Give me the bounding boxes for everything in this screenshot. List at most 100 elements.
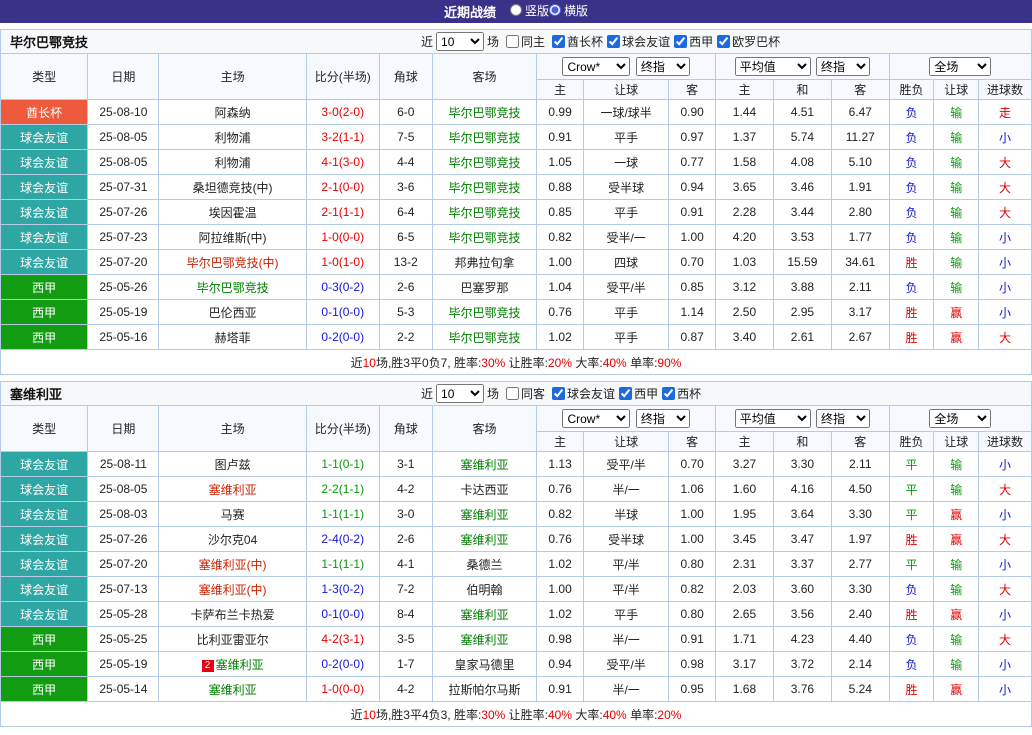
- home-team[interactable]: 沙尔克04: [159, 527, 306, 552]
- home-team[interactable]: 比利亚雷亚尔: [159, 627, 306, 652]
- away-team[interactable]: 毕尔巴鄂竞技: [432, 125, 537, 150]
- away-team[interactable]: 毕尔巴鄂竞技: [432, 100, 537, 125]
- col-home: 主场: [159, 406, 306, 452]
- home-team[interactable]: 埃因霍温: [159, 200, 306, 225]
- bookmaker-select[interactable]: Crow*: [562, 409, 630, 428]
- league-checkbox[interactable]: [717, 35, 730, 48]
- final-index-select[interactable]: 终指: [816, 409, 870, 428]
- home-team[interactable]: 利物浦: [159, 125, 306, 150]
- layout-option[interactable]: 横版: [549, 2, 588, 19]
- home-team[interactable]: 卡萨布兰卡热爱: [159, 602, 306, 627]
- bookmaker-select[interactable]: Crow*: [562, 57, 630, 76]
- league-checkbox[interactable]: [607, 35, 620, 48]
- home-team[interactable]: 马赛: [159, 502, 306, 527]
- away-team-name: 毕尔巴鄂竞技: [448, 206, 520, 220]
- league-checkbox[interactable]: [662, 387, 675, 400]
- europe-odds-header: 平均值 终指: [716, 406, 890, 432]
- away-team[interactable]: 伯明翰: [432, 577, 537, 602]
- match-count-select[interactable]: 10: [436, 32, 484, 51]
- layout-radio[interactable]: [510, 4, 522, 16]
- home-team[interactable]: 毕尔巴鄂竞技(中): [159, 250, 306, 275]
- avg-home-odds: 2.03: [716, 577, 774, 602]
- league-checkbox[interactable]: [619, 387, 632, 400]
- league-checkbox[interactable]: [552, 35, 565, 48]
- home-team[interactable]: 图卢兹: [159, 452, 306, 477]
- away-team[interactable]: 毕尔巴鄂竞技: [432, 225, 537, 250]
- handicap-home-odds: 1.02: [537, 552, 584, 577]
- league-checkbox[interactable]: [552, 387, 565, 400]
- league-filter[interactable]: 酋长杯: [552, 33, 603, 50]
- fulltime-select[interactable]: 全场: [929, 409, 991, 428]
- result-wdl: 胜: [889, 300, 934, 325]
- handicap-away-odds: 0.98: [669, 652, 716, 677]
- home-team[interactable]: 塞维利亚: [159, 677, 306, 702]
- home-team[interactable]: 塞维利亚(中): [159, 552, 306, 577]
- layout-radio[interactable]: [549, 4, 561, 16]
- same-venue-checkbox[interactable]: [506, 387, 519, 400]
- home-team[interactable]: 阿拉维斯(中): [159, 225, 306, 250]
- home-team[interactable]: 塞维利亚(中): [159, 577, 306, 602]
- league-checkbox[interactable]: [674, 35, 687, 48]
- away-team[interactable]: 毕尔巴鄂竞技: [432, 150, 537, 175]
- away-team[interactable]: 皇家马德里: [432, 652, 537, 677]
- away-team[interactable]: 塞维利亚: [432, 502, 537, 527]
- handicap-line: 受半/一: [583, 225, 668, 250]
- handicap-away-odds: 0.87: [669, 325, 716, 350]
- home-team[interactable]: 塞维利亚: [159, 477, 306, 502]
- away-team[interactable]: 邦弗拉旬拿: [432, 250, 537, 275]
- away-team[interactable]: 桑德兰: [432, 552, 537, 577]
- avg-home-odds: 2.31: [716, 552, 774, 577]
- home-team[interactable]: 赫塔菲: [159, 325, 306, 350]
- match-count-select[interactable]: 10: [436, 384, 484, 403]
- away-team[interactable]: 拉斯帕尔马斯: [432, 677, 537, 702]
- league-filter[interactable]: 西甲: [619, 385, 658, 402]
- same-venue-checkbox[interactable]: [506, 35, 519, 48]
- home-team[interactable]: 桑坦德竞技(中): [159, 175, 306, 200]
- home-team[interactable]: 阿森纳: [159, 100, 306, 125]
- home-team-name: 利物浦: [215, 156, 251, 170]
- match-row: 球会友谊25-07-23阿拉维斯(中)1-0(0-0)6-5毕尔巴鄂竞技0.82…: [1, 225, 1032, 250]
- result-wdl: 负: [889, 652, 934, 677]
- away-team[interactable]: 毕尔巴鄂竞技: [432, 300, 537, 325]
- summary-segment: 单率:: [627, 356, 658, 370]
- average-odds-select[interactable]: 平均值: [735, 409, 811, 428]
- corner-score: 7-5: [379, 125, 432, 150]
- same-venue-filter[interactable]: 同主: [506, 33, 545, 50]
- home-team-name: 利物浦: [215, 131, 251, 145]
- home-team[interactable]: 巴伦西亚: [159, 300, 306, 325]
- league-filter[interactable]: 欧罗巴杯: [717, 33, 780, 50]
- home-team[interactable]: 利物浦: [159, 150, 306, 175]
- away-team[interactable]: 卡达西亚: [432, 477, 537, 502]
- handicap-away-odds: 0.80: [669, 552, 716, 577]
- final-index-select[interactable]: 终指: [636, 57, 690, 76]
- away-team[interactable]: 塞维利亚: [432, 527, 537, 552]
- away-team[interactable]: 毕尔巴鄂竞技: [432, 175, 537, 200]
- same-venue-filter[interactable]: 同客: [506, 385, 545, 402]
- average-odds-select[interactable]: 平均值: [735, 57, 811, 76]
- handicap-line: 平/半: [583, 577, 668, 602]
- away-team[interactable]: 毕尔巴鄂竞技: [432, 325, 537, 350]
- away-team[interactable]: 塞维利亚: [432, 452, 537, 477]
- summary-segment: 20%: [548, 356, 572, 370]
- section-header: 毕尔巴鄂竞技 近 10 场 同主 酋长杯球会友谊西甲欧罗巴杯: [0, 29, 1032, 53]
- avg-draw-odds: 5.74: [773, 125, 831, 150]
- final-index-select[interactable]: 终指: [636, 409, 690, 428]
- league-filter[interactable]: 西甲: [674, 33, 713, 50]
- fulltime-select[interactable]: 全场: [929, 57, 991, 76]
- away-team[interactable]: 毕尔巴鄂竞技: [432, 200, 537, 225]
- final-index-select[interactable]: 终指: [816, 57, 870, 76]
- away-team[interactable]: 巴塞罗那: [432, 275, 537, 300]
- away-team[interactable]: 塞维利亚: [432, 627, 537, 652]
- league-filter[interactable]: 球会友谊: [607, 33, 670, 50]
- layout-option[interactable]: 竖版: [510, 2, 549, 19]
- league-filter[interactable]: 西杯: [662, 385, 701, 402]
- avg-draw-odds: 3.72: [773, 652, 831, 677]
- league-filter[interactable]: 球会友谊: [552, 385, 615, 402]
- away-team[interactable]: 塞维利亚: [432, 602, 537, 627]
- home-team[interactable]: 2塞维利亚: [159, 652, 306, 677]
- score: 1-1(1-1): [306, 552, 379, 577]
- home-team[interactable]: 毕尔巴鄂竞技: [159, 275, 306, 300]
- match-date: 25-07-20: [88, 250, 159, 275]
- handicap-home-odds: 0.91: [537, 677, 584, 702]
- result-handicap: 赢: [934, 602, 979, 627]
